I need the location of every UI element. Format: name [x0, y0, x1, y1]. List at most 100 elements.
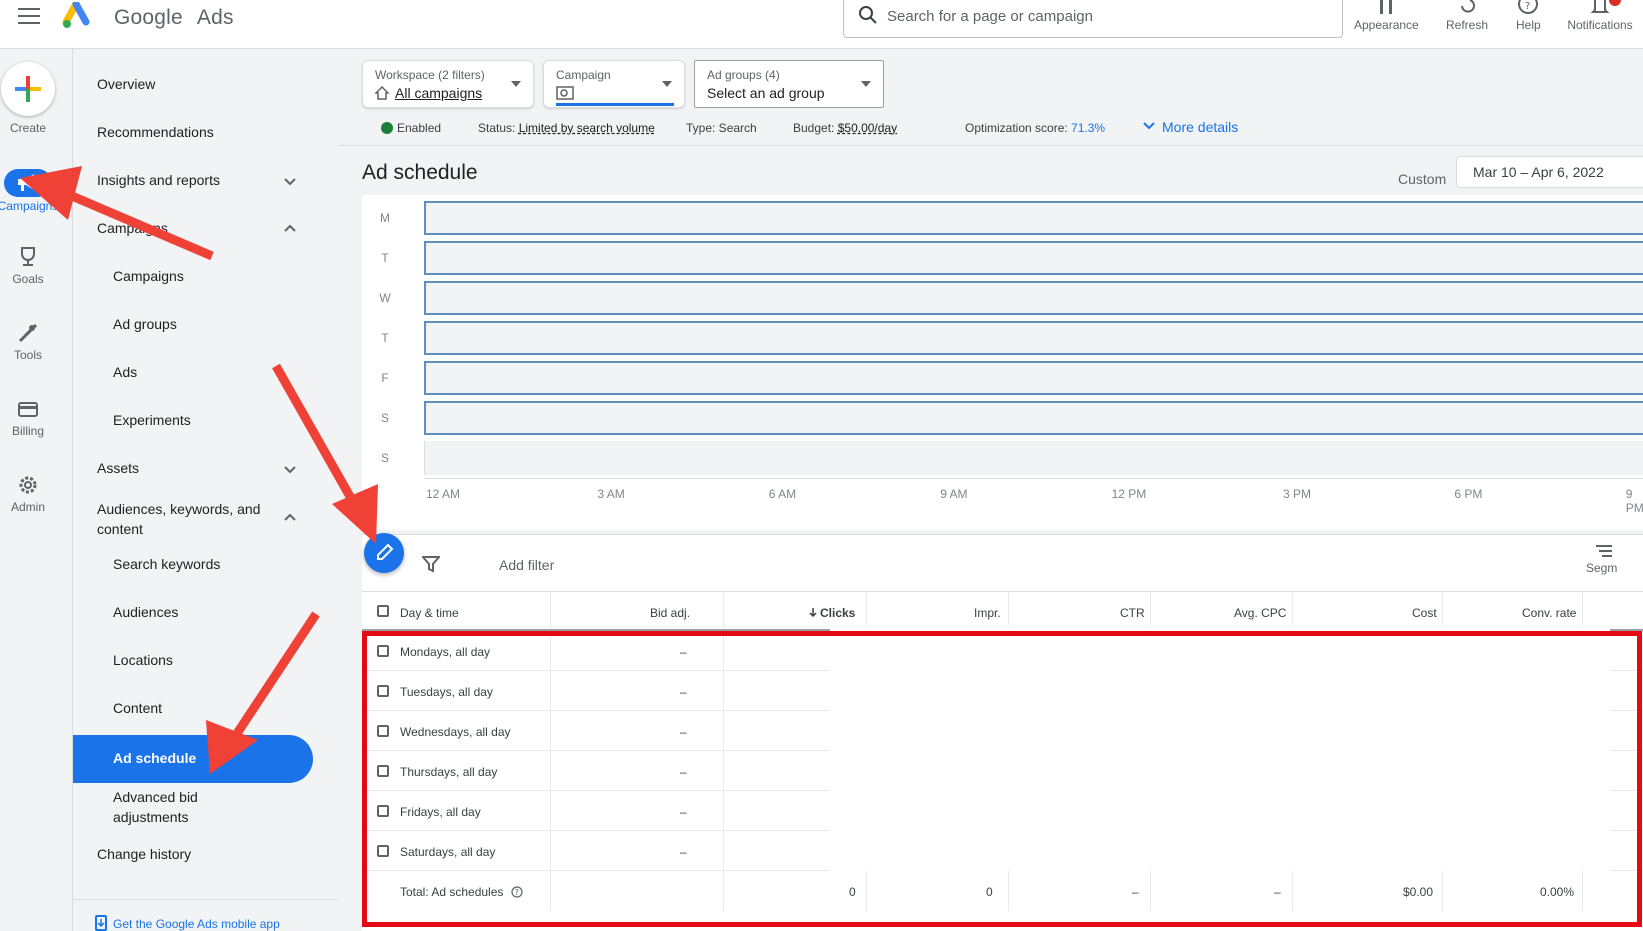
campaign-type: Type: Search: [686, 121, 757, 135]
chevron-down-icon[interactable]: [283, 462, 297, 476]
divider: [338, 145, 1643, 146]
schedule-day-bar[interactable]: [424, 201, 1643, 235]
megaphone-icon: [18, 174, 34, 191]
schedule-day-label: F: [381, 371, 389, 385]
schedule-day-bar[interactable]: [424, 441, 1643, 475]
nav-audiences[interactable]: Audiences: [113, 604, 178, 620]
workspace-value: All campaigns: [395, 85, 483, 101]
schedule-day-bar[interactable]: [424, 321, 1643, 355]
brand-google: Google: [114, 6, 183, 29]
nav-ad-groups[interactable]: Ad groups: [113, 316, 177, 332]
schedule-time-tick: 9 PM: [1625, 487, 1643, 515]
brand-ads: Ads: [196, 6, 234, 29]
date-range-picker[interactable]: Mar 10 – Apr 6, 2022: [1456, 156, 1643, 188]
mobile-app-link[interactable]: Get the Google Ads mobile app: [95, 915, 280, 931]
header-ctr[interactable]: CTR: [1120, 606, 1145, 620]
nav-audiences-keywords-content[interactable]: Audiences, keywords, and content: [97, 499, 260, 539]
select-all-checkbox[interactable]: [377, 605, 389, 617]
add-filter-button[interactable]: Add filter: [499, 557, 554, 573]
help-button[interactable]: ? Help: [1516, 0, 1541, 32]
schedule-day-label: S: [380, 411, 389, 425]
schedule-day-label: M: [380, 211, 390, 225]
schedule-day-label: T: [381, 251, 389, 265]
chevron-up-icon[interactable]: [283, 511, 297, 525]
annotation-highlight-box: [362, 631, 1642, 927]
nav-ads[interactable]: Ads: [113, 364, 137, 380]
nav-content[interactable]: Content: [113, 700, 162, 716]
tools-rail-button[interactable]: Tools: [0, 322, 56, 362]
nav-ad-schedule[interactable]: Ad schedule: [113, 750, 196, 766]
admin-rail-button[interactable]: Admin: [0, 474, 56, 514]
campaign-filter[interactable]: Campaign: [543, 60, 685, 108]
notifications-button[interactable]: Notifications: [1561, 0, 1639, 32]
search-placeholder: Search for a page or campaign: [887, 8, 1093, 25]
refresh-icon: [1461, 0, 1475, 13]
campaign-status-bar: Enabled Status: Limited by search volume…: [338, 115, 1643, 141]
schedule-time-tick: 3 AM: [597, 487, 625, 501]
search-campaign-icon: [556, 86, 574, 100]
help-icon: ?: [1518, 0, 1539, 14]
schedule-day-bar[interactable]: [424, 401, 1643, 435]
nav-campaigns-group[interactable]: Campaigns: [97, 220, 168, 236]
status-value[interactable]: Limited by search volume: [519, 121, 655, 135]
nav-insights[interactable]: Insights and reports: [97, 172, 220, 188]
filter-icon[interactable]: [422, 555, 440, 573]
chevron-up-icon[interactable]: [283, 222, 297, 236]
appearance-button[interactable]: Appearance: [1354, 0, 1419, 32]
schedule-day-bar[interactable]: [424, 361, 1643, 395]
enabled-status: Enabled: [381, 121, 441, 135]
nav-recommendations[interactable]: Recommendations: [97, 124, 214, 140]
schedule-day-bar[interactable]: [424, 281, 1643, 315]
chevron-down-icon[interactable]: [283, 174, 297, 188]
nav-divider: [73, 899, 338, 900]
filter-bar: Add filter Segm: [362, 535, 1643, 591]
nav-search-keywords[interactable]: Search keywords: [113, 556, 220, 572]
brand-name: Google Ads: [114, 6, 234, 30]
create-button[interactable]: [1, 62, 55, 116]
ad-groups-filter[interactable]: Ad groups (4) Select an ad group: [694, 60, 884, 108]
header-impr[interactable]: Impr.: [974, 606, 1001, 620]
top-bar: Google Ads Search for a page or campaign …: [0, 0, 1643, 49]
menu-icon[interactable]: [18, 8, 40, 26]
nav-advanced-bid-adjustments[interactable]: Advanced bid adjustments: [113, 787, 198, 827]
campaigns-rail-button[interactable]: [4, 169, 52, 197]
header-bid-adj[interactable]: Bid adj.: [650, 606, 690, 620]
left-rail: Create Campaigns Goals Tools Billing Adm…: [0, 49, 73, 931]
segment-icon: [1596, 545, 1612, 557]
campaign-selected-underline: [556, 103, 674, 106]
nav-experiments[interactable]: Experiments: [113, 412, 191, 428]
header-day-time[interactable]: Day & time: [400, 606, 459, 620]
billing-rail-button[interactable]: Billing: [0, 398, 56, 438]
ad-schedule-chart: M T W T F S S 12 AM 3 AM 6 AM 9 AM 12 PM 3 PM 6 PM 9 P…: [362, 195, 1643, 530]
segment-button[interactable]: Segm: [1586, 543, 1617, 575]
nav-overview[interactable]: Overview: [97, 76, 155, 92]
header-cost[interactable]: Cost: [1412, 606, 1437, 620]
workspace-filter[interactable]: Workspace (2 filters) All campaigns: [362, 60, 534, 108]
home-icon: [374, 85, 390, 100]
caret-down-icon: [861, 81, 871, 87]
nav-locations[interactable]: Locations: [113, 652, 173, 668]
schedule-time-tick: 9 AM: [940, 487, 968, 501]
search-input[interactable]: Search for a page or campaign: [843, 0, 1343, 38]
schedule-day-bar[interactable]: [424, 241, 1643, 275]
nav-assets[interactable]: Assets: [97, 460, 139, 476]
header-clicks[interactable]: Clicks: [808, 606, 855, 620]
goals-rail-button[interactable]: Goals: [0, 246, 56, 286]
phone-icon: [95, 915, 107, 931]
schedule-time-tick: 12 AM: [426, 487, 461, 501]
schedule-day-label: T: [381, 331, 389, 345]
optimization-score[interactable]: 71.3%: [1071, 121, 1105, 135]
nav-campaigns[interactable]: Campaigns: [113, 268, 184, 284]
appearance-icon: [1380, 0, 1393, 14]
budget-value[interactable]: $50.00/day: [838, 121, 897, 135]
schedule-time-tick: 3 PM: [1283, 487, 1312, 501]
more-details-button[interactable]: More details: [1142, 119, 1238, 135]
caret-down-icon: [662, 81, 672, 87]
nav-change-history[interactable]: Change history: [97, 846, 191, 862]
refresh-button[interactable]: Refresh: [1446, 0, 1488, 32]
header-conv-rate[interactable]: Conv. rate: [1522, 606, 1576, 620]
gear-icon: [19, 476, 37, 494]
arrow-down-icon: [809, 608, 817, 618]
header-avg-cpc[interactable]: Avg. CPC: [1234, 606, 1286, 620]
edit-schedule-button[interactable]: [364, 533, 404, 573]
